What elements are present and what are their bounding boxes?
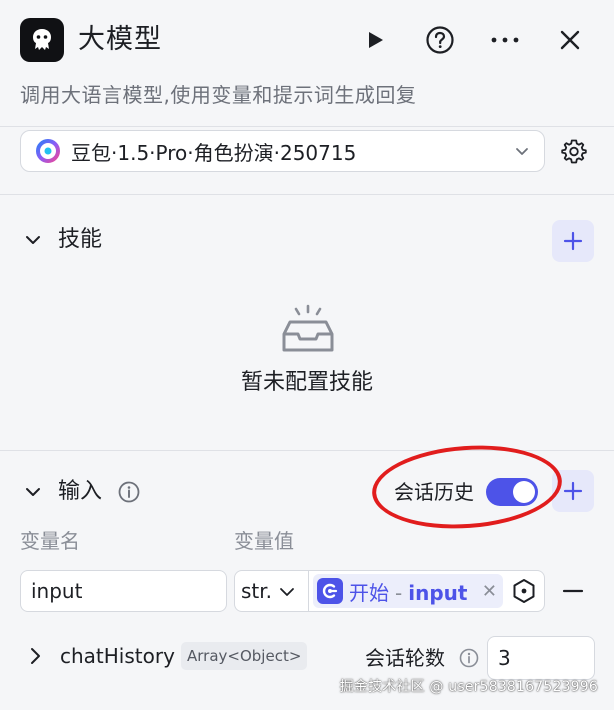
minus-icon: [562, 589, 584, 593]
variable-value-field[interactable]: str. 开始 - input ✕: [234, 570, 545, 612]
node-description: 调用大语言模型,使用变量和提示词生成回复: [20, 83, 417, 107]
chat-turns-label: 会话轮数: [365, 646, 445, 670]
reference-separator: -: [395, 580, 403, 605]
inputs-section-title: 输入: [58, 479, 103, 504]
divider: [0, 450, 614, 451]
reference-node: 开始: [349, 580, 389, 605]
watermark: 掘金技术社区 @ user5838167523996: [339, 679, 598, 695]
run-button[interactable]: [357, 22, 393, 58]
node-title: 大模型: [78, 24, 162, 55]
close-button[interactable]: [552, 22, 588, 58]
skills-empty-text: 暂未配置技能: [240, 370, 373, 395]
more-button[interactable]: [487, 22, 523, 58]
variable-name-input[interactable]: input: [20, 570, 227, 612]
variable-picker-icon[interactable]: [511, 578, 537, 604]
play-icon: [369, 32, 383, 48]
reference-variable: input: [408, 580, 468, 605]
doubao-model-icon: [36, 139, 60, 163]
type-select-value: str.: [241, 579, 273, 603]
model-select-value: 豆包·1.5·Pro·角色扮演·250715: [71, 140, 357, 165]
gear-icon: [561, 139, 587, 164]
inputs-collapse-toggle[interactable]: [21, 480, 45, 504]
start-node-icon: [317, 578, 343, 604]
info-icon[interactable]: [458, 647, 480, 669]
divider: [0, 126, 614, 127]
chat-history-toggle[interactable]: [486, 478, 538, 506]
clear-reference-button[interactable]: ✕: [482, 581, 497, 602]
add-skill-button[interactable]: [552, 220, 594, 262]
plus-icon: [563, 481, 583, 501]
chevron-down-icon: [516, 148, 528, 155]
column-header-value: 变量值: [234, 529, 294, 553]
empty-inbox-icon: [282, 304, 334, 352]
chat-turns-input[interactable]: 3: [487, 636, 595, 680]
chevron-down-icon: [280, 588, 294, 596]
chevron-down-icon: [26, 488, 40, 496]
variable-reference-chip[interactable]: 开始 - input ✕: [313, 574, 503, 608]
bot-logo-icon: [20, 18, 64, 62]
divider: [0, 194, 614, 195]
type-select[interactable]: str.: [235, 571, 309, 611]
reference-text: 开始 - input: [349, 577, 467, 606]
chevron-down-icon: [26, 236, 40, 244]
info-icon[interactable]: [117, 480, 141, 504]
skills-collapse-toggle[interactable]: [21, 228, 45, 252]
close-icon: [560, 30, 580, 50]
add-input-button[interactable]: [552, 470, 594, 512]
model-settings-button[interactable]: [557, 134, 591, 168]
remove-input-button[interactable]: [560, 578, 586, 604]
chevron-right-icon[interactable]: [24, 644, 46, 668]
column-header-name: 变量名: [20, 529, 80, 553]
chat-history-label: 会话历史: [394, 480, 474, 504]
llm-node-panel: 大模型 调用大语言模型,使用变量和提示词生成回复 豆包·1.5·Pro·角色扮演…: [0, 0, 614, 710]
chat-history-variable-name: chatHistory: [60, 644, 175, 668]
model-select[interactable]: 豆包·1.5·Pro·角色扮演·250715: [20, 130, 545, 172]
more-dots-icon: [491, 37, 519, 43]
toggle-knob: [513, 481, 535, 503]
plus-icon: [563, 231, 583, 251]
skills-section-title: 技能: [58, 227, 103, 252]
help-button[interactable]: [422, 22, 458, 58]
type-badge: Array<Object>: [181, 642, 308, 670]
help-circle-icon: [426, 26, 454, 54]
